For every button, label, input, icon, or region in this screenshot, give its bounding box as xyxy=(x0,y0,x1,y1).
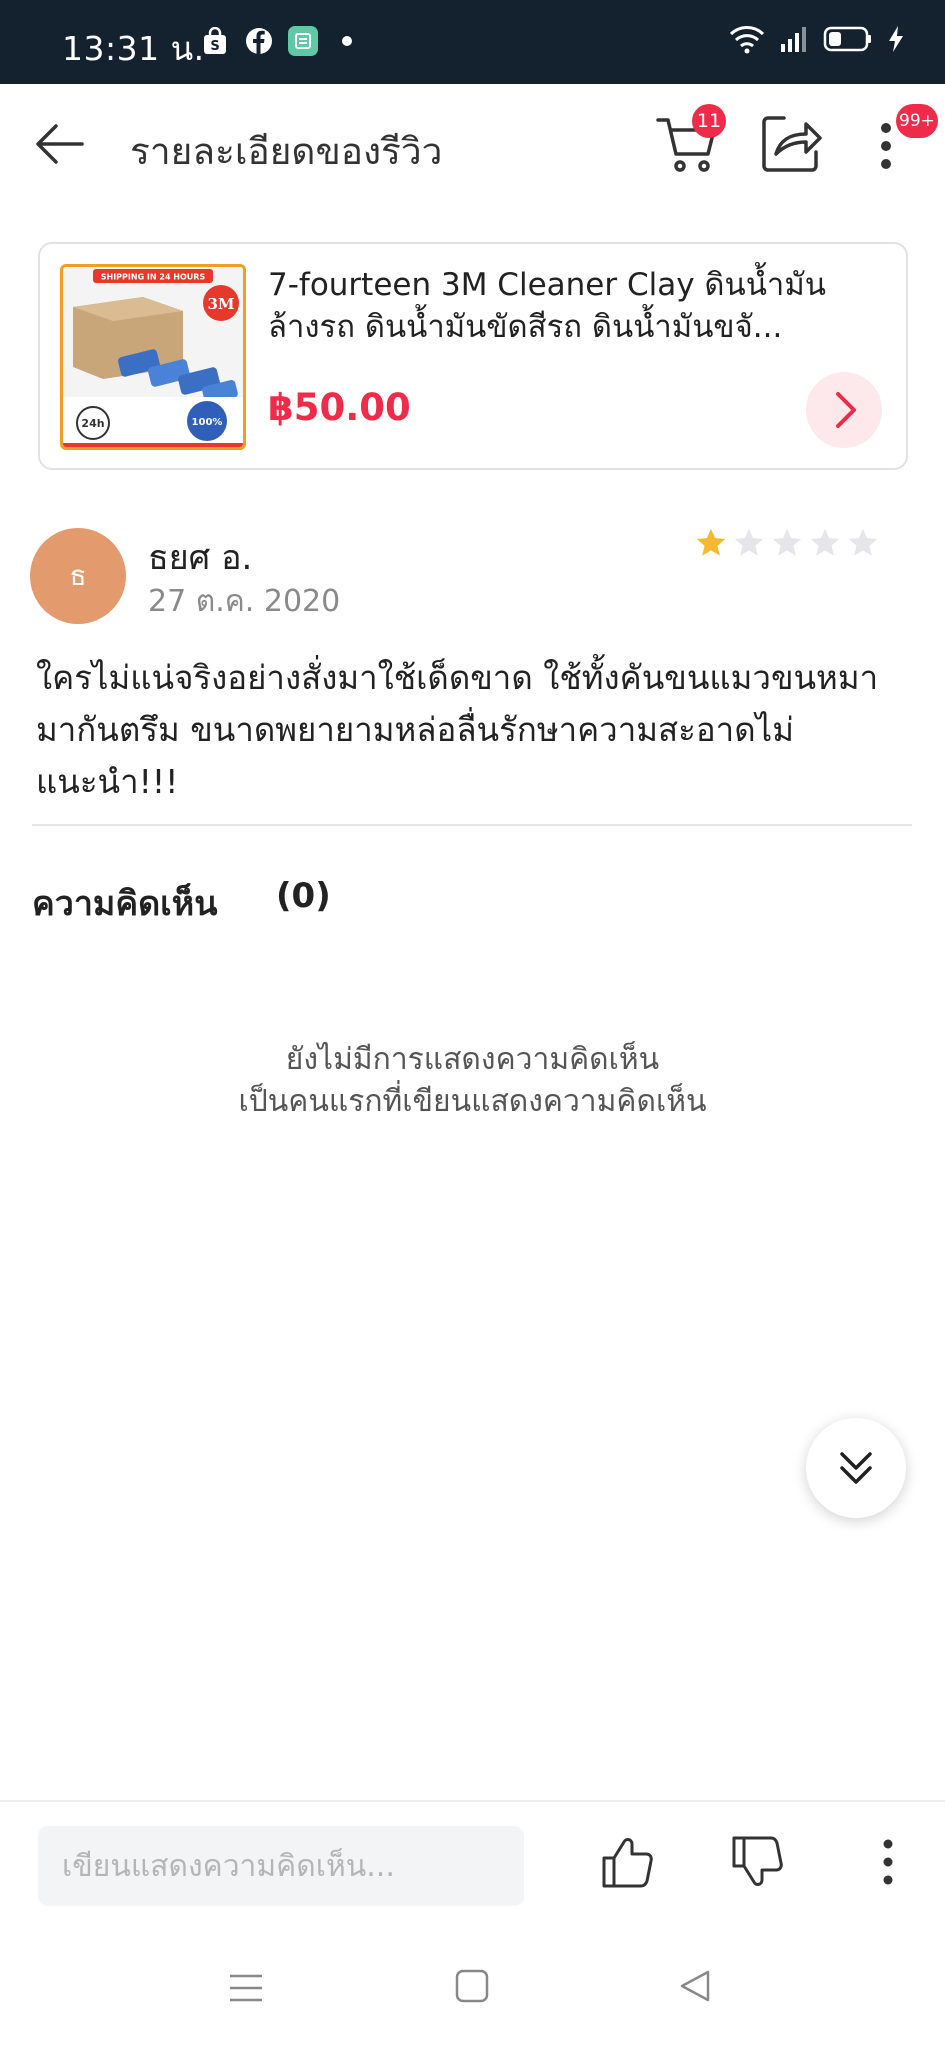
review-text: ใครไม่แน่จริงอย่างสั่งมาใช้เด็ดขาด ใช้ทั… xyxy=(36,658,879,801)
product-thumbnail: SHIPPING IN 24 HOURS 3M 24h 100% xyxy=(60,264,246,450)
reviewer-name: ธยศ อ. xyxy=(148,538,253,578)
chevron-right-icon xyxy=(836,392,856,428)
status-bar: 13:31 น. S xyxy=(0,0,945,84)
cart-badge: 11 xyxy=(692,104,726,138)
thumb-brand-text: 3M xyxy=(207,295,234,313)
avatar: ธ xyxy=(30,528,126,624)
share-icon xyxy=(762,116,822,172)
recent-apps-button[interactable] xyxy=(226,1968,266,2008)
system-back-button[interactable] xyxy=(676,1966,716,2006)
page-title: รายละเอียดของรีวิว xyxy=(130,130,443,173)
star-filled-icon xyxy=(696,528,726,556)
divider xyxy=(32,824,912,826)
thumb-banner-text: SHIPPING IN 24 HOURS xyxy=(101,273,206,282)
product-card[interactable]: SHIPPING IN 24 HOURS 3M 24h 100% 7-fourt… xyxy=(38,242,908,470)
comment-input[interactable] xyxy=(38,1826,524,1906)
comments-heading: ความคิดเห็น xyxy=(32,884,218,924)
more-vertical-icon xyxy=(883,1839,893,1885)
star-empty-icon xyxy=(848,528,878,556)
thumbs-down-icon xyxy=(732,1836,783,1886)
top-bar: รายละเอียดของรีวิว 11 99+ xyxy=(0,84,945,204)
shopee-icon: S xyxy=(200,26,230,56)
star-empty-icon xyxy=(772,528,802,556)
triangle-back-icon xyxy=(680,1970,710,2002)
double-chevron-down-icon xyxy=(840,1452,872,1484)
comment-more-button[interactable] xyxy=(870,1836,906,1892)
thumb-badge-right: 100% xyxy=(192,417,223,428)
scroll-to-bottom-button[interactable] xyxy=(806,1418,906,1518)
comments-count: (0) xyxy=(276,876,331,916)
thumbs-up-icon xyxy=(602,1838,653,1888)
product-name: 7-fourteen 3M Cleaner Clay ดินน้ำมันล้าง… xyxy=(268,267,826,345)
facebook-icon xyxy=(244,26,274,56)
status-time: 13:31 น. xyxy=(62,29,205,68)
empty-comments-message: ยังไม่มีการแสดงความคิดเห็น xyxy=(285,1042,660,1077)
notification-badge: 99+ xyxy=(896,104,938,138)
system-nav-bar xyxy=(0,1930,945,2048)
star-empty-icon xyxy=(734,528,764,556)
app-icon xyxy=(288,26,318,56)
comment-bar xyxy=(0,1800,945,1930)
svg-text:S: S xyxy=(210,39,219,54)
menu-icon xyxy=(230,1974,262,2002)
thumb-badge-left: 24h xyxy=(81,417,104,430)
empty-comments-hint: เป็นคนแรกที่เขียนแสดงความคิดเห็น xyxy=(238,1084,707,1119)
star-empty-icon xyxy=(810,528,840,556)
back-button[interactable] xyxy=(30,114,90,174)
signal-icon xyxy=(779,24,809,58)
home-button[interactable] xyxy=(452,1966,492,2006)
star-rating xyxy=(694,526,880,560)
product-price: ฿50.00 xyxy=(268,386,411,429)
wifi-icon xyxy=(729,24,765,58)
review-date: 27 ต.ค. 2020 xyxy=(148,584,341,619)
product-detail-button[interactable] xyxy=(806,372,882,448)
square-icon xyxy=(455,1969,489,2003)
dot-icon xyxy=(332,26,362,56)
charging-icon xyxy=(887,25,905,57)
battery-icon xyxy=(823,26,873,56)
share-button[interactable] xyxy=(758,112,822,176)
arrow-left-icon xyxy=(36,124,84,164)
dislike-button[interactable] xyxy=(726,1832,786,1892)
like-button[interactable] xyxy=(596,1832,656,1892)
